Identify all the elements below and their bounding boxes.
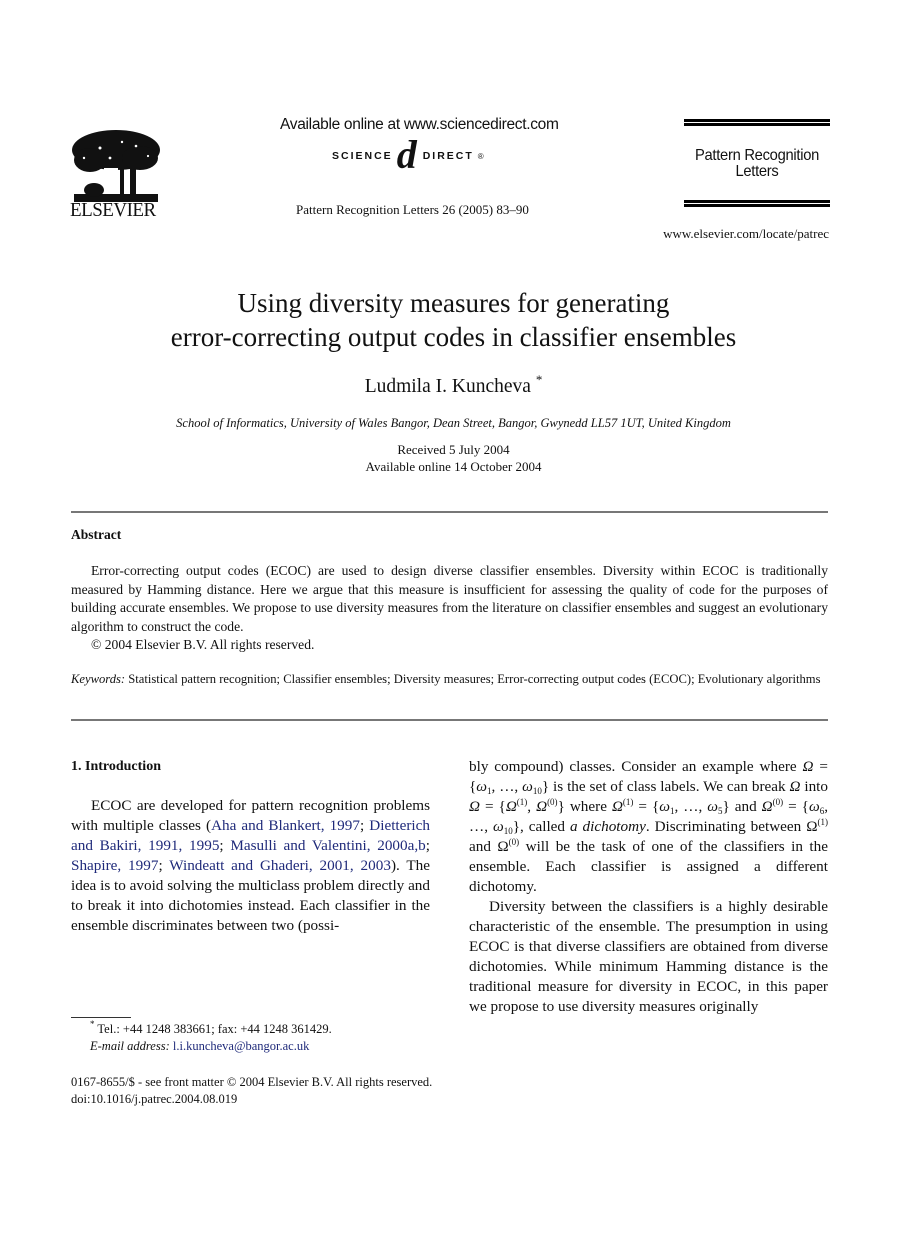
right-column: bly compound) classes. Consider an examp…: [469, 757, 828, 1017]
journal-url-link[interactable]: www.elsevier.com/locate/patrec: [663, 226, 829, 242]
left-column: 1. Introduction ECOC are developed for p…: [71, 757, 430, 936]
footnote-mark: *: [90, 1019, 95, 1029]
citation-link[interactable]: Shapire, 1997: [71, 857, 158, 874]
affiliation: School of Informatics, University of Wal…: [176, 416, 731, 430]
journal-logo-title: Pattern Recognition Letters: [690, 148, 824, 180]
text: . Discriminating between Ω: [645, 818, 818, 835]
author-footnote-mark[interactable]: *: [536, 372, 543, 387]
text: bly compound) classes. Consider an examp…: [469, 758, 803, 775]
citation-link[interactable]: Windeatt and Ghaderi, 2001, 2003: [169, 857, 391, 874]
text: will be the task of one of the classifie…: [469, 838, 828, 895]
dates: Received 5 July 2004 Available online 14…: [0, 441, 907, 475]
section-heading-introduction: 1. Introduction: [71, 759, 161, 774]
abstract-body: Error-correcting output codes (ECOC) are…: [71, 562, 828, 655]
available-online-text: Available online at www.sciencedirect.co…: [280, 116, 559, 133]
divider-bottom: [71, 719, 828, 721]
text: is the set of class labels. We can break: [549, 778, 790, 795]
sciencedirect-logo: SCIENCE d DIRECT ®: [332, 132, 484, 177]
journal-logo-rule-top: [684, 119, 830, 122]
available-date: Available online 14 October 2004: [365, 459, 542, 474]
title-line-1: Using diversity measures for generating: [237, 288, 670, 318]
doi-line: doi:10.1016/j.patrec.2004.08.019: [71, 1092, 238, 1106]
registered-mark: ®: [477, 151, 484, 161]
keywords-label: Keywords:: [71, 672, 126, 686]
text: and Ω: [469, 838, 509, 855]
email-label: E-mail address:: [90, 1039, 170, 1053]
intro-paragraph-1: ECOC are developed for pattern recogniti…: [71, 796, 430, 936]
sciencedirect-left: SCIENCE: [332, 150, 393, 162]
keywords-text: Statistical pattern recognition; Classif…: [128, 672, 821, 686]
intro-paragraph-2: Diversity between the classifiers is a h…: [469, 898, 828, 1015]
journal-logo-rule-bottom: [684, 200, 830, 203]
sciencedirect-at-icon: d: [396, 132, 419, 177]
author-line: Ludmila I. Kuncheva *: [0, 373, 907, 398]
sciencedirect-right: DIRECT: [422, 150, 474, 162]
journal-logo-rule-bottom-2: [684, 204, 830, 207]
footnote-rule: [71, 1017, 131, 1018]
received-date: Received 5 July 2004: [397, 442, 510, 457]
sep: ;: [158, 857, 170, 874]
issn-line: 0167-8655/$ - see front matter © 2004 El…: [71, 1075, 433, 1089]
email-link[interactable]: l.i.kuncheva@bangor.ac.uk: [173, 1039, 309, 1053]
journal-name-line2: Letters: [735, 163, 779, 180]
page-footer: 0167-8655/$ - see front matter © 2004 El…: [71, 1074, 432, 1108]
sep: ;: [359, 817, 370, 834]
publisher-name: ELSEVIER: [70, 199, 156, 222]
keywords: Keywords: Statistical pattern recognitio…: [71, 671, 828, 689]
paper-title: Using diversity measures for generating …: [0, 286, 907, 354]
journal-logo-rule-top-2: [684, 123, 830, 126]
sep: ;: [219, 837, 231, 854]
abstract-text: Error-correcting output codes (ECOC) are…: [71, 563, 828, 634]
journal-logo: Pattern Recognition Letters: [684, 118, 830, 208]
abstract-copyright: © 2004 Elsevier B.V. All rights reserved…: [91, 637, 315, 653]
dichotomy-term: a dichotomy: [569, 818, 646, 835]
footnote: * Tel.: +44 1248 383661; fax: +44 1248 3…: [90, 1019, 332, 1055]
citation-link[interactable]: Aha and Blankert, 1997: [211, 817, 360, 834]
title-line-2: error-correcting output codes in classif…: [170, 322, 737, 352]
journal-reference: Pattern Recognition Letters 26 (2005) 83…: [296, 202, 529, 217]
footnote-contact: Tel.: +44 1248 383661; fax: +44 1248 361…: [97, 1022, 332, 1036]
citation-link[interactable]: Masulli and Valentini, 2000a,b: [230, 837, 425, 854]
text: called: [528, 818, 570, 835]
intro-paragraph-1-continued: bly compound) classes. Consider an examp…: [469, 758, 829, 895]
sep: ;: [425, 837, 430, 854]
journal-name-line1: Pattern Recognition: [694, 147, 820, 164]
author-name: Ludmila I. Kuncheva: [364, 376, 531, 397]
divider-top: [71, 511, 828, 513]
abstract-heading: Abstract: [71, 527, 122, 542]
